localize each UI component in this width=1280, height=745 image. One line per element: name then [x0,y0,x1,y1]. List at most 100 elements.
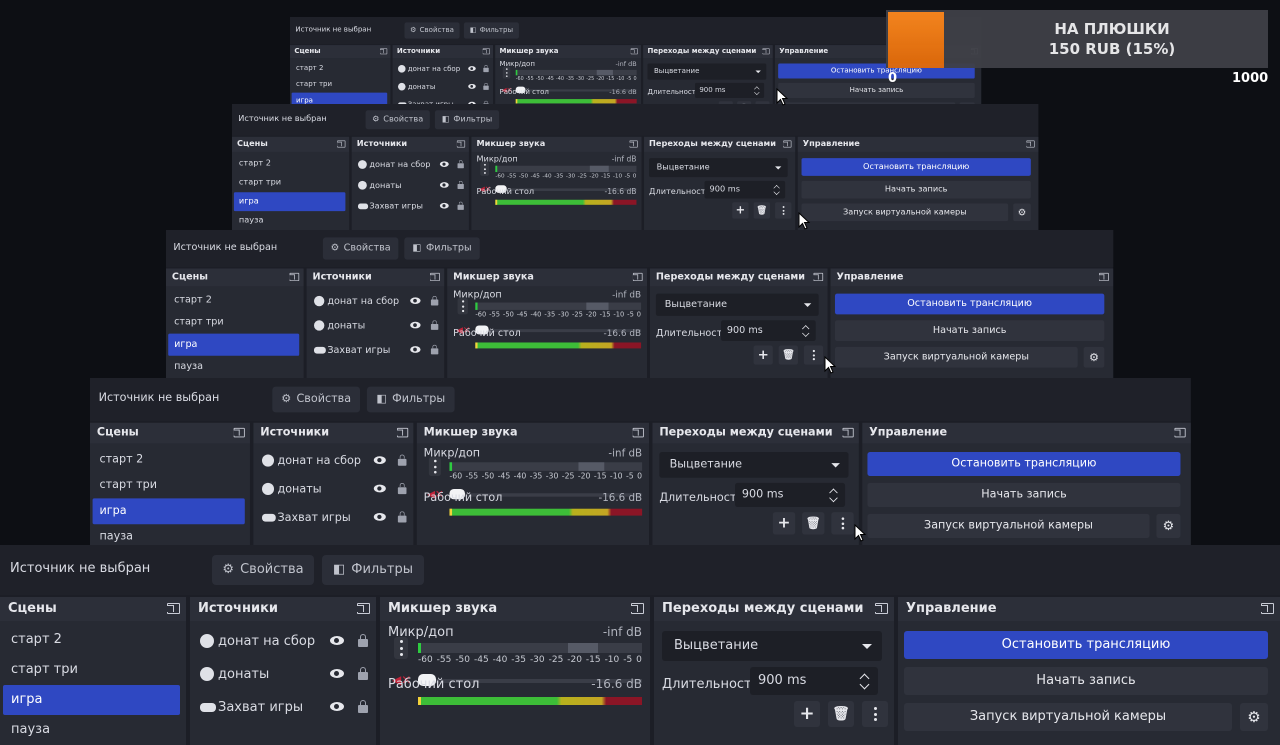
scene-item-selected[interactable]: игра [168,333,300,356]
source-item[interactable]: донаты [393,78,493,96]
eye-icon[interactable] [410,346,421,353]
transition-select[interactable]: Выцветание [659,451,849,478]
gear-icon[interactable]: ⚙ [1156,513,1181,538]
stop-stream-button[interactable]: Остановить трансляцию [834,293,1105,315]
add-transition-button[interactable]: + [732,202,749,219]
lock-icon[interactable] [397,454,407,466]
undock-icon[interactable] [397,427,409,438]
kebab-menu-icon[interactable] [775,202,792,219]
undock-icon[interactable] [289,272,300,282]
undock-icon[interactable] [167,603,180,614]
undock-icon[interactable] [632,427,644,438]
mic-menu-icon[interactable] [457,298,468,315]
eye-icon[interactable] [330,636,344,645]
lock-icon[interactable] [430,295,439,306]
trash-icon[interactable]: 🗑 [828,701,854,727]
trash-icon[interactable]: 🗑 [802,512,825,535]
filters-button[interactable]: ◧ Фильтры [404,237,480,260]
spin-down-icon[interactable] [754,89,760,96]
source-item[interactable]: Захват игры [352,196,469,217]
lock-icon[interactable] [358,667,368,680]
filters-button[interactable]: ◧ Фильтры [322,555,424,585]
source-item[interactable]: Захват игры [190,691,376,724]
undock-icon[interactable] [629,140,638,148]
duration-input[interactable]: 900 ms [695,82,765,98]
stop-stream-button[interactable]: Остановить трансляцию [801,158,1031,176]
lock-icon[interactable] [483,82,489,90]
scene-item[interactable]: старт три [292,76,388,92]
scene-item[interactable]: старт три [93,473,245,499]
add-transition-button[interactable]: + [794,701,820,727]
start-record-button[interactable]: Начать запись [778,82,975,98]
properties-button[interactable]: ⚙ Свойства [322,237,399,260]
properties-button[interactable]: ⚙ Свойства [404,22,460,39]
virtual-camera-button[interactable]: Запуск виртуальной камеры [834,346,1078,368]
duration-input[interactable]: 900 ms [704,180,786,199]
spin-down-icon[interactable] [829,493,838,503]
spin-down-icon[interactable] [859,679,870,690]
undock-icon[interactable] [430,272,440,282]
scene-item[interactable]: старт три [3,655,180,685]
virtual-camera-button[interactable]: Запуск виртуальной камеры [904,703,1232,731]
eye-icon[interactable] [439,161,449,167]
kebab-menu-icon[interactable] [862,701,888,727]
lock-icon[interactable] [397,482,407,495]
gear-icon[interactable]: ⚙ [1240,703,1268,731]
undock-icon[interactable] [482,48,490,55]
lock-icon[interactable] [397,511,407,523]
source-item[interactable]: донат на сбор [190,625,376,658]
scene-item[interactable]: старт три [234,173,346,192]
source-item[interactable]: донаты [307,314,445,338]
scene-item[interactable]: старт 2 [3,625,180,655]
scene-item-selected[interactable]: игра [92,498,245,525]
undock-icon[interactable] [233,427,245,438]
properties-button[interactable]: ⚙ Свойства [365,110,430,130]
lock-icon[interactable] [358,700,368,713]
spin-down-icon[interactable] [773,188,780,196]
mic-menu-icon[interactable] [428,457,441,477]
undock-icon[interactable] [1026,140,1035,148]
undock-icon[interactable] [762,48,770,55]
trash-icon[interactable]: 🗑 [753,202,771,219]
undock-icon[interactable] [783,140,792,148]
eye-icon[interactable] [373,456,386,464]
lock-icon[interactable] [457,201,464,210]
gear-icon[interactable]: ⚙ [1083,346,1105,368]
lock-icon[interactable] [430,344,439,355]
gear-icon[interactable]: ⚙ [1013,203,1031,222]
stop-stream-button[interactable]: Остановить трансляцию [904,631,1268,659]
undock-icon[interactable] [1174,427,1186,438]
eye-icon[interactable] [468,83,476,89]
eye-icon[interactable] [410,297,421,304]
source-item[interactable]: Захват игры [253,504,413,532]
eye-icon[interactable] [330,669,344,678]
lock-icon[interactable] [457,180,464,190]
undock-icon[interactable] [632,272,643,282]
duration-input[interactable]: 900 ms [721,320,816,341]
lock-icon[interactable] [483,65,489,73]
stop-stream-button[interactable]: Остановить трансляцию [867,451,1181,477]
properties-button[interactable]: ⚙ Свойства [272,386,361,413]
scene-item[interactable]: старт 2 [234,154,346,173]
transition-select[interactable]: Выцветание [662,631,882,661]
undock-icon[interactable] [1261,603,1274,614]
eye-icon[interactable] [439,182,449,188]
scene-item[interactable]: пауза [168,356,299,378]
undock-icon[interactable] [357,603,370,614]
undock-icon[interactable] [842,427,854,438]
source-item[interactable]: донаты [253,475,413,503]
add-transition-button[interactable]: + [772,512,796,535]
duration-input[interactable]: 900 ms [750,667,878,695]
undock-icon[interactable] [875,603,888,614]
lock-icon[interactable] [358,634,368,647]
source-item[interactable]: донат на сбор [253,447,413,475]
kebab-menu-icon[interactable] [803,345,824,365]
scene-item[interactable]: пауза [234,211,346,230]
filters-button[interactable]: ◧ Фильтры [366,386,455,413]
eye-icon[interactable] [439,202,449,209]
lock-icon[interactable] [430,320,439,330]
transition-select[interactable]: Выцветание [649,158,788,178]
eye-icon[interactable] [468,66,476,71]
scene-item-selected[interactable]: игра [3,685,180,715]
eye-icon[interactable] [373,484,386,493]
